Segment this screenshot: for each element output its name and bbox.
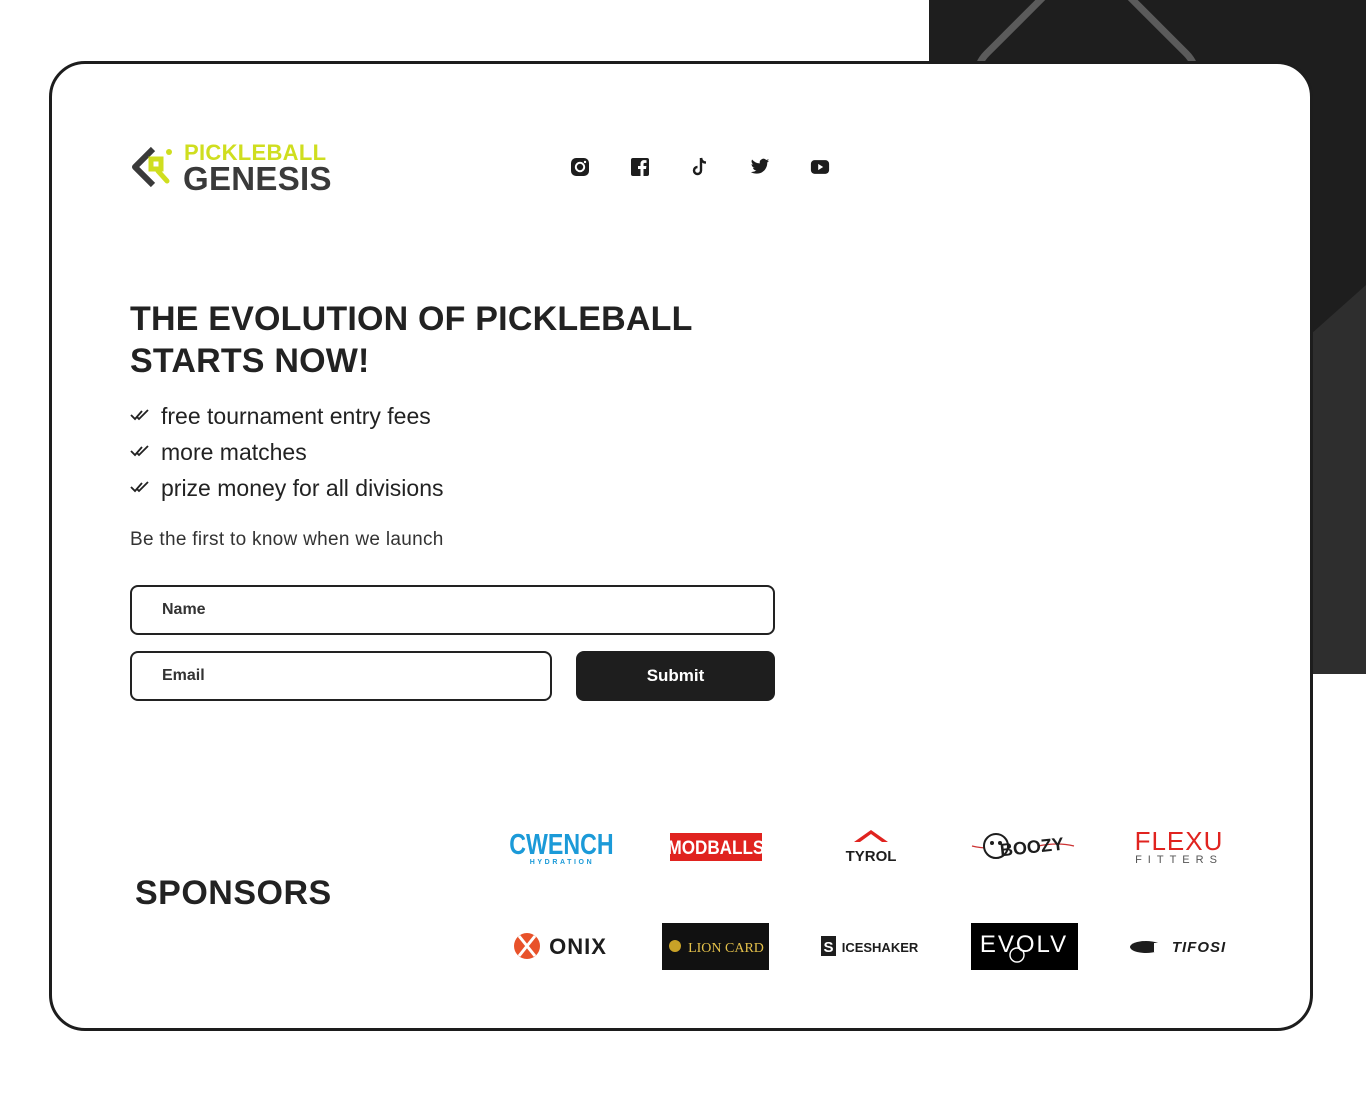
sponsor-onix-logo[interactable]: ONIX — [507, 922, 617, 970]
sponsor-cwench-logo[interactable]: CWENCH HYDRATION — [507, 822, 617, 870]
sponsor-boozy-logo[interactable]: BOOZY — [968, 822, 1078, 870]
double-check-icon — [130, 409, 149, 421]
sponsors-heading: SPONSORS — [135, 874, 332, 912]
submit-button[interactable]: Submit — [576, 651, 775, 701]
feature-text: more matches — [161, 438, 307, 465]
sponsor-name: TYROL — [846, 848, 897, 865]
feature-text: free tournament entry fees — [161, 402, 431, 429]
sponsor-name: FLEXU — [1135, 826, 1224, 856]
sponsor-modballs-logo[interactable]: MODBALLS — [661, 822, 771, 870]
social-links — [570, 156, 830, 180]
facebook-icon[interactable] — [630, 156, 650, 178]
twitter-icon[interactable] — [750, 156, 770, 178]
double-check-icon — [130, 481, 149, 493]
sponsor-sub: HYDRATION — [530, 859, 595, 866]
hero-headline: THE EVOLUTION OF PICKLEBALL STARTS NOW! — [130, 300, 693, 380]
sponsor-name: ONIX — [549, 934, 607, 959]
feature-list: free tournament entry fees more matches … — [130, 398, 444, 506]
tiktok-icon[interactable] — [690, 156, 710, 178]
launch-tagline: Be the first to know when we launch — [130, 529, 444, 550]
sponsor-tifosi-logo[interactable]: TIFOSI — [1124, 922, 1234, 970]
sponsor-name: CWENCH — [509, 827, 613, 860]
email-input[interactable] — [130, 651, 552, 701]
sponsor-name: BOOZY — [999, 834, 1065, 861]
sponsor-name: MODBALLS — [667, 837, 764, 858]
sponsor-name: ICESHAKER — [842, 940, 919, 955]
youtube-icon[interactable] — [810, 156, 830, 178]
feature-item: prize money for all divisions — [130, 470, 444, 506]
svg-text:S: S — [823, 939, 833, 956]
sponsor-name: LION CARD — [688, 941, 764, 956]
feature-item: free tournament entry fees — [130, 398, 444, 434]
logo-mark-icon — [132, 146, 172, 188]
brand-line-2: GENESIS — [183, 160, 332, 197]
feature-text: prize money for all divisions — [161, 474, 444, 501]
sponsor-sub: FITTERS — [1135, 854, 1223, 866]
double-check-icon — [130, 445, 149, 457]
instagram-icon[interactable] — [570, 156, 590, 178]
sponsor-tyrol-logo[interactable]: TYROL — [816, 822, 926, 870]
sponsor-iceshaker-logo[interactable]: S ICESHAKER — [816, 922, 926, 970]
sponsor-lion-card-logo[interactable]: LION CARD — [661, 922, 771, 970]
sponsor-name: TIFOSI — [1172, 939, 1226, 956]
brand-logo[interactable]: PICKLEBALL GENESIS — [131, 140, 341, 200]
name-input[interactable] — [130, 585, 775, 635]
feature-item: more matches — [130, 434, 444, 470]
sponsor-evolv-logo[interactable]: EVOLV — [968, 922, 1078, 970]
sponsor-flexu-logo[interactable]: FLEXU FITTERS — [1124, 822, 1234, 870]
